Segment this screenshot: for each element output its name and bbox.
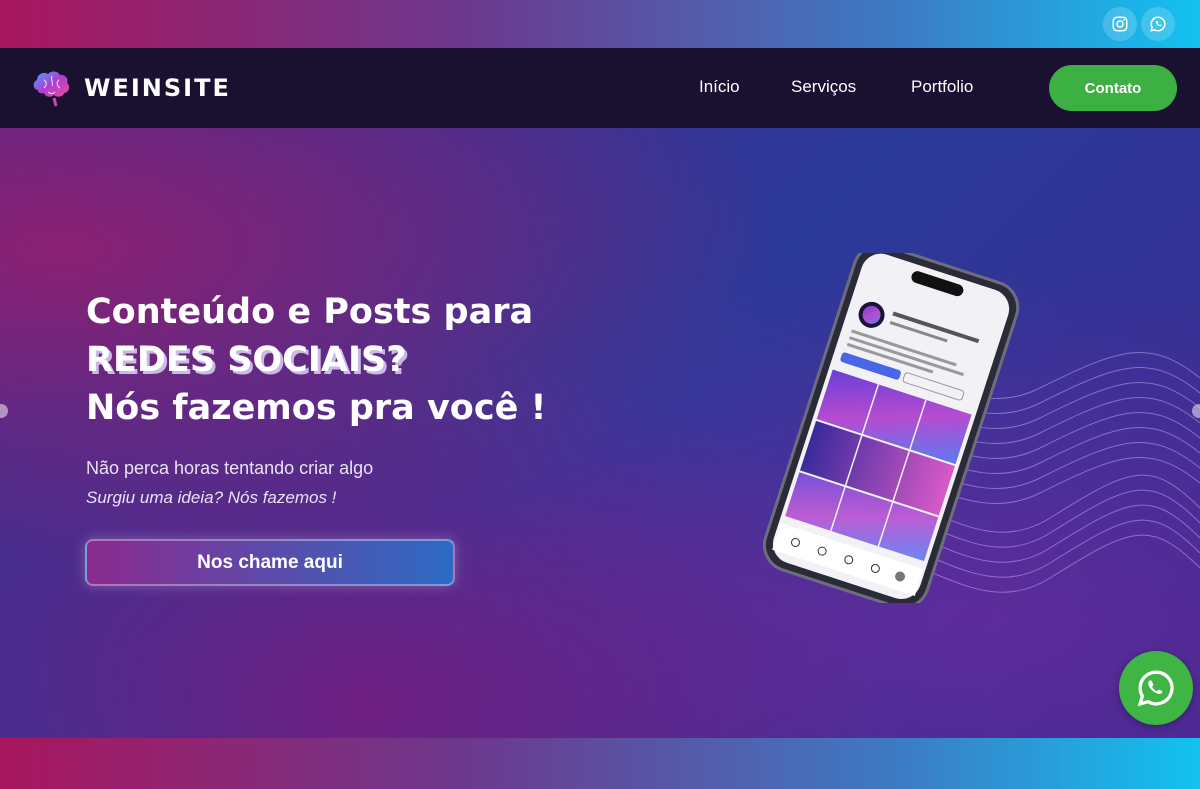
top-social-bar — [0, 0, 1200, 48]
brand-name: WEINSITE — [84, 74, 231, 102]
brain-icon — [33, 71, 70, 107]
nav-link-servicos[interactable]: Serviços — [791, 77, 856, 97]
whatsapp-icon — [1150, 16, 1166, 32]
bottom-gradient-bar — [0, 738, 1200, 789]
nos-chame-aqui-button[interactable]: Nos chame aqui — [85, 539, 455, 586]
nav-link-inicio[interactable]: Início — [699, 77, 740, 97]
headline-line-1: Conteúdo e Posts para — [86, 292, 534, 332]
carousel-prev-dot[interactable] — [0, 404, 8, 418]
hero-section: Conteúdo e Posts para REDES SOCIAIS? Nós… — [0, 128, 1200, 738]
main-navbar: WEINSITE Início Serviços Portfolio Conta… — [0, 48, 1200, 128]
headline-line-2: REDES SOCIAIS? — [86, 340, 407, 380]
instagram-link[interactable] — [1103, 7, 1137, 41]
instagram-icon — [1112, 16, 1128, 32]
phone-mockup — [762, 253, 1020, 603]
nav-link-portfolio[interactable]: Portfolio — [911, 77, 973, 97]
hero-headline: Conteúdo e Posts para REDES SOCIAIS? Nós… — [86, 288, 546, 432]
whatsapp-float-button[interactable] — [1119, 651, 1193, 725]
brand-logo[interactable]: WEINSITE — [30, 68, 231, 108]
whatsapp-link[interactable] — [1141, 7, 1175, 41]
whatsapp-icon — [1137, 670, 1174, 707]
headline-line-3: Nós fazemos pra você ! — [86, 388, 547, 428]
hero-subtitle-italic: Surgiu uma ideia? Nós fazemos ! — [86, 488, 337, 507]
hero-subtitle: Não perca horas tentando criar algo — [86, 458, 374, 478]
contato-button[interactable]: Contato — [1049, 65, 1177, 111]
